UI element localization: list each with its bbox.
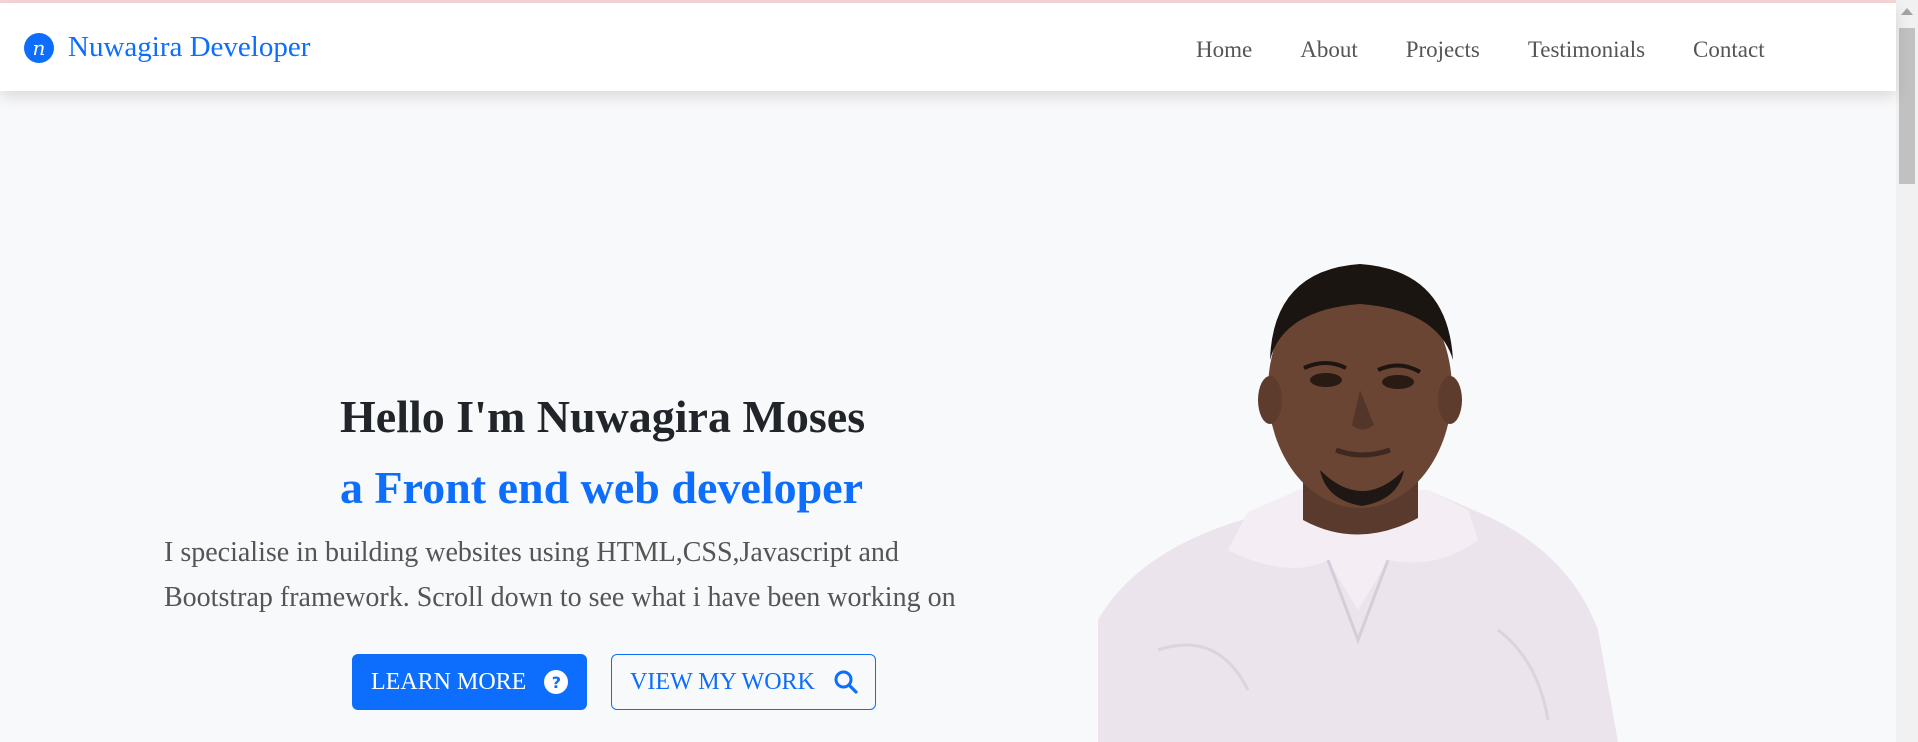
question-circle-icon: ? [544, 670, 569, 694]
learn-more-button[interactable]: LEARN MORE ? [352, 654, 587, 710]
view-my-work-label: VIEW MY WORK [630, 668, 815, 695]
brand-name: Nuwagira Developer [68, 31, 311, 63]
nav-menu: Home About Projects Testimonials Contact [1196, 37, 1813, 63]
profile-photo [1098, 250, 1618, 742]
nav-link-contact[interactable]: Contact [1693, 37, 1765, 63]
page: n Nuwagira Developer Home About Projects… [0, 0, 1918, 742]
brand-link[interactable]: n Nuwagira Developer [24, 31, 310, 64]
scrollbar-thumb[interactable] [1899, 28, 1915, 184]
search-icon [833, 669, 859, 695]
brand-logo-icon: n [24, 32, 54, 63]
hero-title: Hello I'm Nuwagira Moses [340, 391, 866, 442]
hero-description-line-2: Bootstrap framework. Scroll down to see … [164, 582, 956, 613]
scroll-up-arrow-icon[interactable] [1901, 8, 1913, 15]
view-my-work-button[interactable]: VIEW MY WORK [611, 654, 876, 710]
nav-link-projects[interactable]: Projects [1406, 37, 1480, 63]
hero-subtitle-wrap: a Front end web developer [340, 461, 863, 514]
hero-description: I specialise in building websites using … [164, 530, 1044, 620]
navbar: n Nuwagira Developer Home About Projects… [0, 3, 1896, 91]
nav-link-about[interactable]: About [1300, 37, 1358, 63]
hero-subtitle: a Front end web developer [340, 462, 864, 513]
nav-link-testimonials[interactable]: Testimonials [1528, 37, 1645, 63]
learn-more-label: LEARN MORE [371, 668, 527, 695]
nav-link-home[interactable]: Home [1196, 37, 1252, 63]
vertical-scrollbar[interactable] [1896, 0, 1918, 742]
hero-title-wrap: Hello I'm Nuwagira Moses [340, 390, 865, 443]
hero-description-line-1: I specialise in building websites using … [164, 537, 899, 568]
